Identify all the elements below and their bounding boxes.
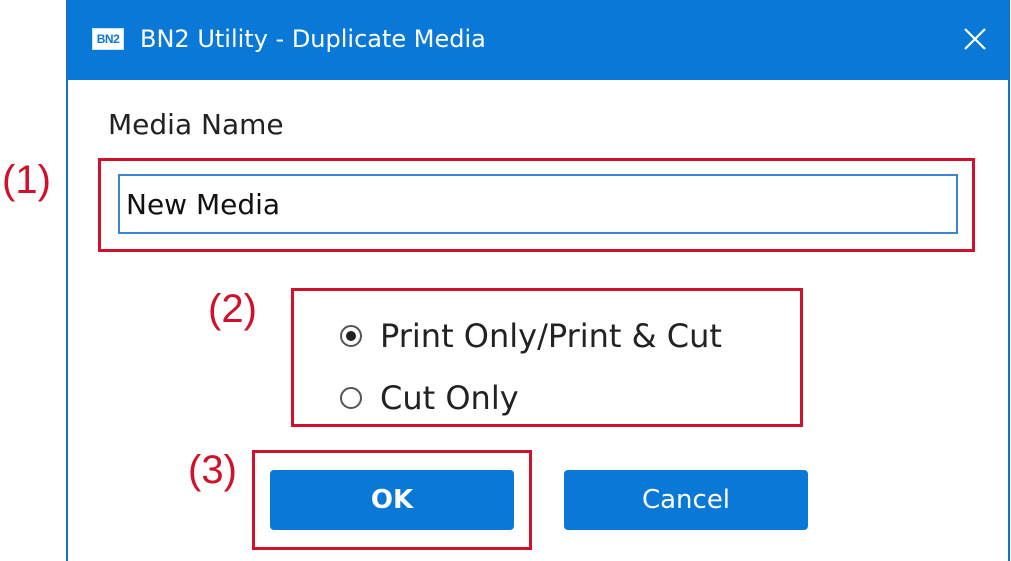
close-icon (964, 28, 986, 50)
ok-button[interactable]: OK (270, 470, 514, 530)
radio-label: Print Only/Print & Cut (380, 317, 722, 355)
app-icon: BN2 (92, 28, 124, 50)
radio-checked-icon (340, 325, 362, 347)
media-name-label: Media Name (108, 108, 284, 141)
screenshot-canvas: BN2 BN2 Utility - Duplicate Media Media … (0, 0, 1011, 561)
annotation-label-3: (3) (188, 448, 237, 492)
title-bar[interactable]: BN2 BN2 Utility - Duplicate Media (68, 0, 1008, 80)
radio-label: Cut Only (380, 379, 519, 417)
radio-unchecked-icon (340, 387, 362, 409)
close-button[interactable] (956, 20, 994, 58)
radio-print-only-print-and-cut[interactable]: Print Only/Print & Cut (340, 314, 722, 358)
annotation-label-2: (2) (208, 287, 257, 331)
window-title: BN2 Utility - Duplicate Media (140, 25, 486, 53)
media-name-input[interactable] (118, 174, 958, 234)
radio-cut-only[interactable]: Cut Only (340, 376, 519, 420)
annotation-label-1: (1) (2, 158, 51, 202)
cancel-button[interactable]: Cancel (564, 470, 808, 530)
